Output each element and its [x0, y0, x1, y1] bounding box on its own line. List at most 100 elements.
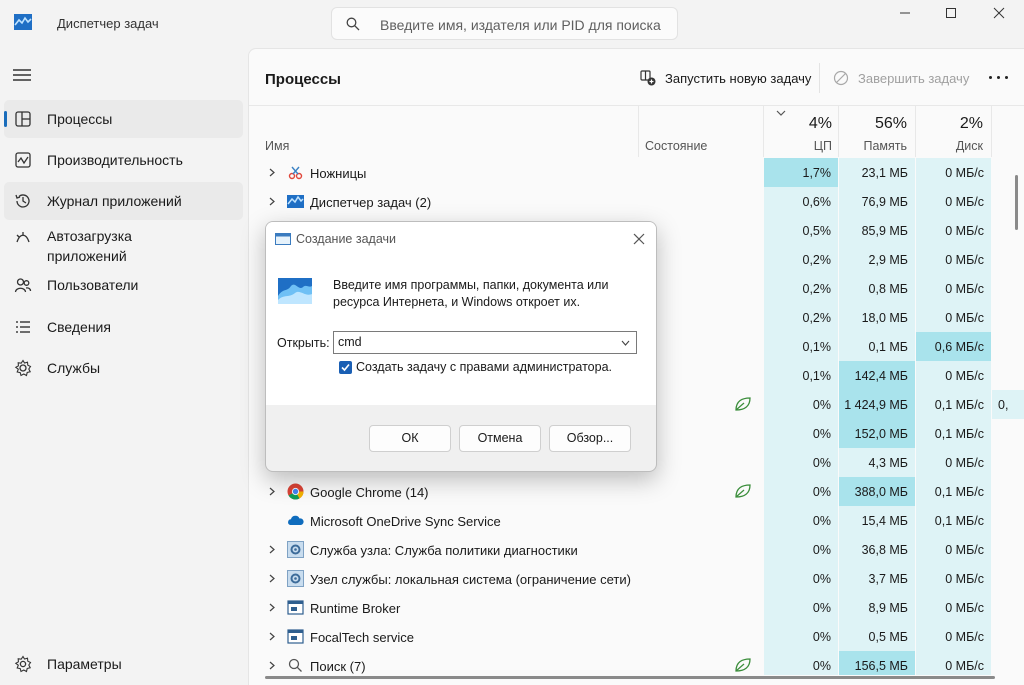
memory-total: 56% — [874, 115, 907, 132]
disk-cell: 0,1 МБ/с — [916, 477, 991, 506]
sidebar-item-users[interactable]: Пользователи — [4, 266, 243, 304]
close-button[interactable] — [976, 0, 1022, 28]
open-combobox[interactable]: cmd — [333, 331, 637, 354]
browse-button[interactable]: Обзор... — [549, 425, 631, 452]
chevron-right-icon[interactable] — [269, 545, 276, 554]
vertical-scrollbar[interactable] — [1015, 175, 1018, 230]
efficiency-mode-leaf-icon — [735, 397, 751, 411]
table-row[interactable]: Диспетчер задач (2) 0,6% 76,9 МБ 0 МБ/с — [249, 187, 1024, 216]
disk-cell: 0,1 МБ/с — [916, 419, 991, 448]
service-host-gear-icon — [287, 570, 304, 587]
window-title: Диспетчер задач — [57, 16, 159, 31]
horizontal-scrollbar[interactable] — [265, 676, 995, 679]
memory-cell: 2,9 МБ — [839, 245, 915, 274]
search-icon — [346, 17, 360, 31]
sidebar-item-details[interactable]: Сведения — [4, 308, 243, 346]
processes-icon — [15, 111, 31, 127]
column-header-status[interactable]: Состояние — [645, 139, 707, 153]
memory-cell: 18,0 МБ — [839, 303, 915, 332]
close-icon — [993, 7, 1005, 19]
hamburger-menu-icon[interactable] — [13, 68, 31, 82]
end-task-button[interactable]: Завершить задачу — [833, 65, 973, 93]
memory-cell: 152,0 МБ — [839, 419, 915, 448]
cpu-cell: 0,2% — [764, 245, 838, 274]
toolbar-divider — [819, 63, 820, 93]
dialog-message: Введите имя программы, папки, документа … — [333, 278, 609, 309]
chevron-down-icon[interactable] — [621, 340, 630, 346]
disk-cell: 0,1 МБ/с — [916, 390, 991, 419]
cpu-cell: 0% — [764, 506, 838, 535]
table-row[interactable]: Служба узла: Служба политики диагностики… — [249, 535, 1024, 564]
cpu-cell: 0% — [764, 477, 838, 506]
users-icon — [14, 278, 32, 293]
chevron-right-icon[interactable] — [269, 661, 276, 670]
sidebar-item-label: Процессы — [47, 111, 113, 127]
cancel-button[interactable]: Отмена — [459, 425, 541, 452]
memory-cell: 36,8 МБ — [839, 535, 915, 564]
dialog-close-icon[interactable] — [630, 230, 648, 248]
page-title: Процессы — [265, 71, 341, 88]
maximize-button[interactable] — [928, 0, 974, 28]
memory-cell: 156,5 МБ — [839, 651, 915, 675]
cpu-cell: 0,1% — [764, 332, 838, 361]
open-label: Открыть: — [277, 336, 330, 350]
memory-cell: 76,9 МБ — [839, 187, 915, 216]
search-input[interactable]: Введите имя, издателя или PID для поиска — [331, 7, 678, 40]
disk-cell: 0 МБ/с — [916, 158, 991, 187]
onedrive-icon — [288, 515, 304, 525]
table-row[interactable]: Microsoft OneDrive Sync Service 0% 15,4 … — [249, 506, 1024, 535]
run-task-label: Запустить новую задачу — [665, 71, 812, 86]
memory-cell: 85,9 МБ — [839, 216, 915, 245]
admin-checkbox[interactable] — [339, 361, 352, 374]
application-window-icon — [287, 629, 304, 644]
sidebar-item-performance[interactable]: Производительность — [4, 141, 243, 179]
snipping-tool-icon — [288, 166, 303, 180]
minimize-button[interactable] — [882, 0, 928, 28]
process-name: Microsoft OneDrive Sync Service — [310, 514, 501, 529]
open-input-value[interactable]: cmd — [338, 335, 362, 349]
chevron-right-icon[interactable] — [269, 168, 276, 177]
memory-cell: 15,4 МБ — [839, 506, 915, 535]
sidebar-item-settings[interactable]: Параметры — [4, 645, 243, 683]
disk-cell: 0 МБ/с — [916, 651, 991, 675]
sidebar-item-app-history[interactable]: Журнал приложений — [4, 182, 243, 220]
column-header-name[interactable]: Имя — [265, 139, 289, 153]
sidebar-item-services[interactable]: Службы — [4, 349, 243, 387]
table-row[interactable]: FocalTech service 0% 0,5 МБ 0 МБ/с — [249, 622, 1024, 651]
table-row[interactable]: Google Chrome (14) 0% 388,0 МБ 0,1 МБ/с — [249, 477, 1024, 506]
cpu-total: 4% — [808, 115, 832, 132]
column-header-memory[interactable]: Память — [849, 139, 907, 153]
disk-cell: 0 МБ/с — [916, 448, 991, 477]
cpu-cell: 0% — [764, 390, 838, 419]
table-row[interactable]: Поиск (7) 0% 156,5 МБ 0 МБ/с — [249, 651, 1024, 675]
run-new-task-button[interactable]: Запустить новую задачу — [640, 65, 812, 93]
table-row[interactable]: Ножницы 1,7% 23,1 МБ 0 МБ/с — [249, 158, 1024, 187]
cpu-cell: 1,7% — [764, 158, 838, 187]
chevron-right-icon[interactable] — [269, 574, 276, 583]
chevron-right-icon[interactable] — [269, 197, 276, 206]
sidebar-item-processes[interactable]: Процессы — [4, 100, 243, 138]
admin-checkbox-label[interactable]: Создать задачу с правами администратора. — [356, 360, 612, 374]
application-window-icon — [287, 600, 304, 615]
ok-button[interactable]: ОК — [369, 425, 451, 452]
sidebar-item-startup[interactable]: Автозагрузка приложений — [4, 224, 243, 266]
column-header-cpu[interactable]: ЦП — [784, 139, 832, 153]
task-manager-icon — [14, 14, 32, 30]
chevron-right-icon[interactable] — [269, 487, 276, 496]
services-icon — [14, 359, 32, 377]
disk-cell: 0 МБ/с — [916, 216, 991, 245]
run-task-icon — [640, 70, 656, 86]
cpu-cell: 0,2% — [764, 274, 838, 303]
table-row[interactable]: Runtime Broker 0% 8,9 МБ 0 МБ/с — [249, 593, 1024, 622]
column-header-disk[interactable]: Диск — [929, 139, 983, 153]
chevron-right-icon[interactable] — [269, 632, 276, 641]
cpu-cell: 0% — [764, 535, 838, 564]
efficiency-mode-leaf-icon — [735, 484, 751, 498]
process-name: Диспетчер задач (2) — [310, 195, 432, 210]
table-row[interactable]: Узел службы: локальная система (ограниче… — [249, 564, 1024, 593]
chevron-right-icon[interactable] — [269, 603, 276, 612]
sidebar-item-label: Службы — [47, 360, 101, 376]
more-options-button[interactable] — [987, 67, 1011, 87]
history-icon — [15, 194, 30, 208]
network-cell: 0, — [992, 390, 1024, 419]
